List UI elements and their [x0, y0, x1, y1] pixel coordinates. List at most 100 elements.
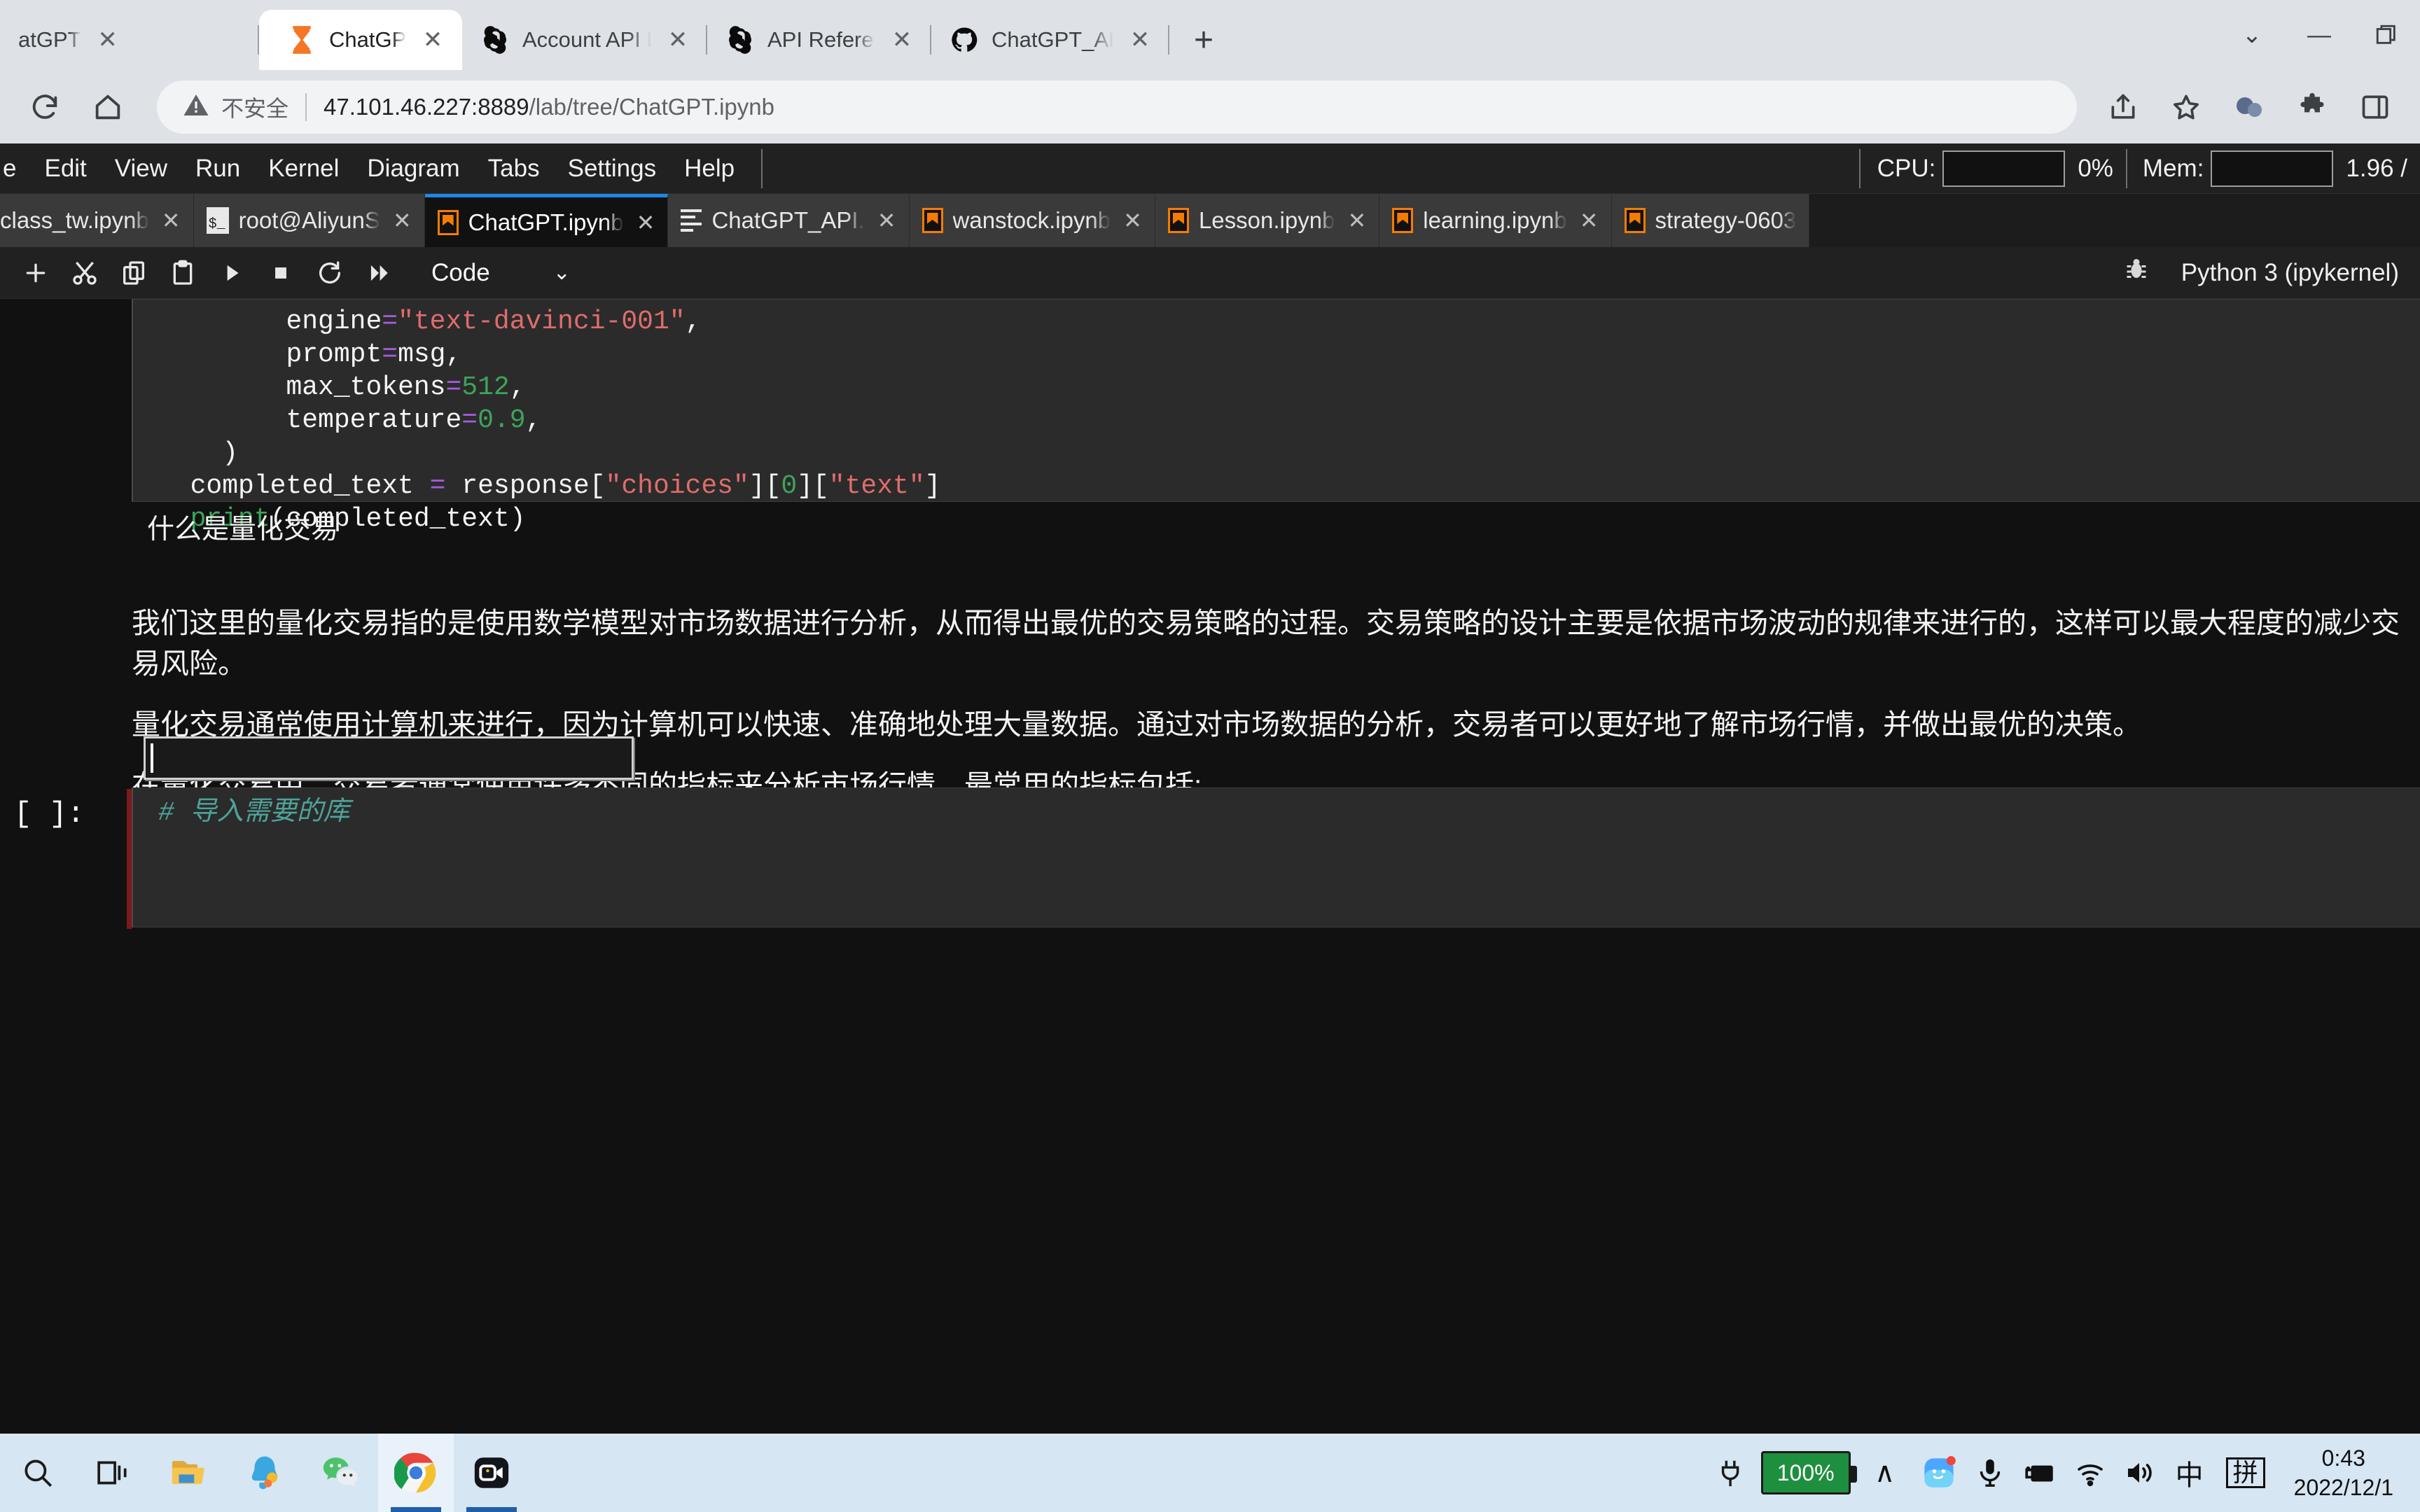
- ime-pinyin-indicator[interactable]: 拼: [2216, 1434, 2276, 1512]
- stdin-input-box[interactable]: [144, 736, 634, 780]
- menu-item-kernel[interactable]: Kernel: [254, 144, 353, 194]
- doc-tab-chatgpt-api[interactable]: ChatGPT_API. ✕: [668, 194, 910, 247]
- copy-cell-icon[interactable]: [112, 251, 155, 295]
- clock-time: 0:43: [2321, 1446, 2365, 1471]
- omnibox-divider: [305, 92, 307, 121]
- sidepanel-icon[interactable]: [2347, 79, 2403, 135]
- ime-mode-indicator[interactable]: 中: [2164, 1434, 2216, 1512]
- profile-icon[interactable]: [2221, 79, 2277, 135]
- tab-close-icon[interactable]: ✕: [419, 26, 447, 54]
- chevron-down-icon[interactable]: ⌄: [2218, 0, 2286, 70]
- new-tab-button[interactable]: +: [1179, 15, 1228, 64]
- add-cell-icon[interactable]: [14, 251, 57, 295]
- doc-tab-label: learning.ipynb: [1423, 207, 1567, 233]
- power-plug-icon[interactable]: [1710, 1434, 1753, 1512]
- browser-tab-4[interactable]: ChatGPT_API/main.py a ✕: [931, 10, 1169, 70]
- menu-item-edit[interactable]: Edit: [30, 144, 100, 194]
- volume-icon[interactable]: [2115, 1434, 2164, 1512]
- star-icon[interactable]: [2158, 79, 2214, 135]
- share-icon[interactable]: [2095, 79, 2151, 135]
- doc-tab-close-icon[interactable]: ✕: [634, 209, 655, 236]
- tray-expand-chevron-icon[interactable]: ∧: [1858, 1434, 1912, 1512]
- tray-app-icon[interactable]: [1912, 1434, 1966, 1512]
- doc-tab-lesson[interactable]: Lesson.ipynb ✕: [1155, 194, 1380, 247]
- doc-tab-close-icon[interactable]: ✕: [1577, 207, 1599, 234]
- browser-tab-0[interactable]: atGPT ✕: [0, 10, 259, 70]
- doc-tab-wanstock[interactable]: wanstock.ipynb ✕: [909, 194, 1155, 247]
- chrome-icon[interactable]: [378, 1434, 454, 1512]
- doc-tab-close-icon[interactable]: ✕: [390, 207, 412, 234]
- video-app-icon[interactable]: [454, 1434, 529, 1512]
- minimize-icon[interactable]: —: [2286, 0, 2353, 70]
- puzzle-icon[interactable]: [2284, 79, 2340, 135]
- doc-tab-close-icon[interactable]: ✕: [159, 207, 181, 234]
- tab-close-icon[interactable]: ✕: [1126, 26, 1154, 54]
- menu-item-run[interactable]: Run: [181, 144, 254, 194]
- notebook-icon: [1624, 208, 1646, 233]
- output-paragraph: 我们这里的量化交易指的是使用数学模型对市场数据进行分析，从而得出最优的交易策略的…: [132, 606, 2400, 680]
- bug-icon[interactable]: [2124, 257, 2149, 288]
- paste-cell-icon[interactable]: [161, 251, 204, 295]
- notebook-toolbar: Code ⌄ Python 3 (ipykernel): [0, 247, 2420, 299]
- menu-item-file[interactable]: e: [0, 144, 30, 194]
- browser-tab-title: Account API Keys - Ope: [522, 27, 651, 52]
- restart-kernel-icon[interactable]: [308, 251, 352, 295]
- notebook-icon: [1167, 208, 1189, 233]
- menu-item-view[interactable]: View: [101, 144, 181, 194]
- wifi-icon[interactable]: [2066, 1434, 2115, 1512]
- kernel-status-area: Python 3 (ipykernel): [2124, 257, 2406, 288]
- home-icon[interactable]: [80, 79, 136, 135]
- browser-tab-2[interactable]: Account API Keys - Ope ✕: [462, 10, 707, 70]
- menu-item-help[interactable]: Help: [670, 144, 749, 194]
- clock[interactable]: 0:43 2022/12/1: [2276, 1434, 2409, 1512]
- tab-close-icon[interactable]: ✕: [888, 26, 916, 54]
- next-code-cell-editor[interactable]: # 导入需要的库: [132, 788, 2420, 927]
- battery-device-icon[interactable]: [2014, 1434, 2066, 1512]
- clock-date: 2022/12/1: [2293, 1475, 2393, 1500]
- microphone-icon[interactable]: [1966, 1434, 2014, 1512]
- menu-item-settings[interactable]: Settings: [554, 144, 670, 194]
- stop-kernel-icon[interactable]: [259, 251, 302, 295]
- browser-tabstrip: atGPT ✕ ChatGPT.ipynb (7) - Jup ✕ Accoun…: [0, 0, 2420, 70]
- cpu-divider: [1858, 148, 1861, 188]
- restart-run-all-icon[interactable]: [357, 251, 401, 295]
- reload-icon[interactable]: [17, 79, 73, 135]
- menu-item-tabs[interactable]: Tabs: [474, 144, 554, 194]
- task-view-icon[interactable]: [76, 1434, 151, 1512]
- search-icon[interactable]: [0, 1434, 76, 1512]
- file-explorer-icon[interactable]: [151, 1434, 227, 1512]
- address-bar[interactable]: 不安全 47.101.46.227:8889/lab/tree/ChatGPT.…: [157, 80, 2077, 134]
- wechat-icon[interactable]: [302, 1434, 378, 1512]
- doc-tab-learning[interactable]: learning.ipynb ✕: [1379, 194, 1612, 247]
- github-icon: [950, 25, 979, 55]
- security-status-text: 不安全: [221, 95, 289, 121]
- cpu-usage-bar: [1942, 150, 2066, 187]
- doc-tab-close-icon[interactable]: ✕: [875, 207, 896, 234]
- cut-cell-icon[interactable]: [63, 251, 106, 295]
- openai-icon: [725, 25, 755, 55]
- code-cell-editor[interactable]: engine="text-davinci-001", prompt=msg, m…: [132, 299, 2420, 534]
- doc-tab-close-icon[interactable]: ✕: [1120, 207, 1142, 234]
- doc-tab-terminal[interactable]: $_ root@AliyunS ✕: [193, 194, 425, 247]
- notebook-icon: [922, 208, 943, 233]
- restore-icon[interactable]: [2353, 0, 2420, 70]
- tab-close-icon[interactable]: ✕: [664, 26, 692, 54]
- tab-close-icon[interactable]: ✕: [94, 26, 122, 54]
- notebook-scroll-area[interactable]: engine="text-davinci-001", prompt=msg, m…: [0, 299, 2420, 1434]
- run-cell-icon[interactable]: [210, 251, 253, 295]
- menu-item-diagram[interactable]: Diagram: [353, 144, 473, 194]
- battery-status-badge[interactable]: 100%: [1753, 1434, 1858, 1512]
- kernel-name[interactable]: Python 3 (ipykernel): [2181, 259, 2399, 287]
- doc-tab-strategy[interactable]: strategy-0603: [1611, 194, 1810, 247]
- doc-tab-label: class_tw.ipynb: [0, 207, 149, 233]
- cell-type-dropdown[interactable]: Code ⌄: [431, 259, 571, 287]
- jupyter-document-tabs: class_tw.ipynb ✕ $_ root@AliyunS ✕ ChatG…: [0, 194, 2420, 247]
- cpu-usage-percent: 0%: [2078, 154, 2113, 182]
- qq-icon[interactable]: [227, 1434, 302, 1512]
- doc-tab-class-tw[interactable]: class_tw.ipynb ✕: [0, 194, 194, 247]
- doc-tab-close-icon[interactable]: ✕: [1344, 207, 1366, 234]
- browser-tab-3[interactable]: API Reference - OpenAI ✕: [707, 10, 931, 70]
- doc-tab-chatgpt[interactable]: ChatGPT.ipynb ✕: [424, 194, 669, 247]
- doc-tab-label: wanstock.ipynb: [952, 207, 1111, 233]
- browser-tab-1[interactable]: ChatGPT.ipynb (7) - Jup ✕: [259, 10, 462, 70]
